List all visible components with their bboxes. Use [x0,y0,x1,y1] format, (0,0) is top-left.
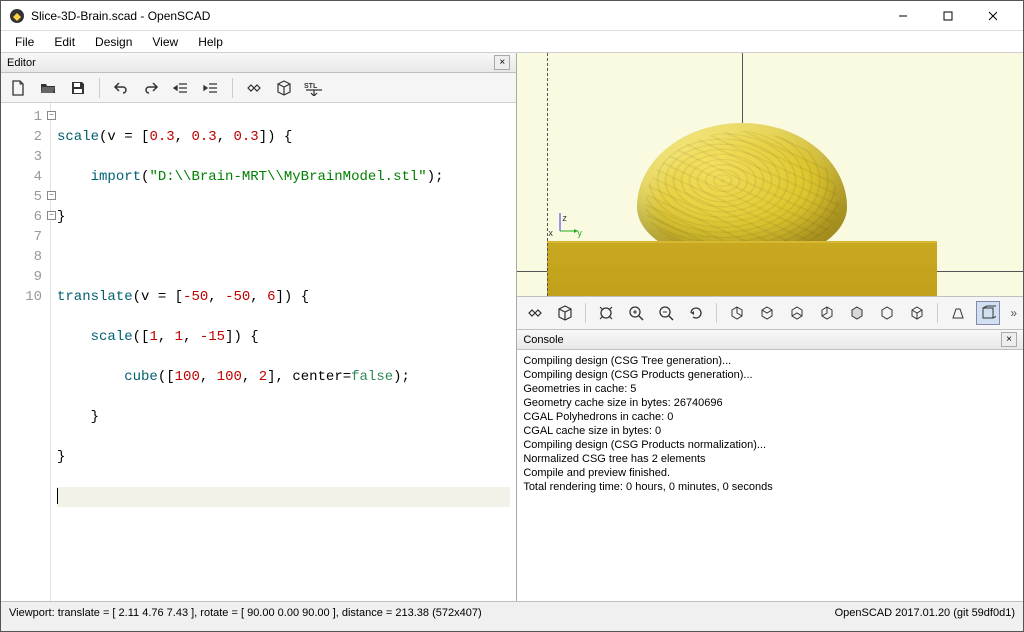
console-line: Compiling design (CSG Products generatio… [523,368,1017,382]
save-file-icon[interactable] [67,77,89,99]
svg-text:STL: STL [304,83,318,90]
console-line: Compiling design (CSG Products normaliza… [523,438,1017,452]
open-file-icon[interactable] [37,77,59,99]
fold-icon[interactable]: − [47,111,56,120]
viewport-toolbar: » [517,296,1023,330]
redo-icon[interactable] [140,77,162,99]
console-line: Compile and preview finished. [523,466,1017,480]
code-text[interactable]: scale(v = [0.3, 0.3, 0.3]) { import("D:\… [51,103,516,601]
console-line: Total rendering time: 0 hours, 0 minutes… [523,480,1017,494]
menu-help[interactable]: Help [188,33,233,51]
console-line: Geometry cache size in bytes: 26740696 [523,396,1017,410]
console-line: CGAL cache size in bytes: 0 [523,424,1017,438]
editor-toolbar: STL [1,73,516,103]
menu-view[interactable]: View [142,33,188,51]
preview-icon[interactable] [243,77,265,99]
unindent-icon[interactable] [170,77,192,99]
status-bar: Viewport: translate = [ 2.11 4.76 7.43 ]… [1,601,1023,623]
menu-design[interactable]: Design [85,33,142,51]
fold-icon[interactable]: − [47,191,56,200]
console-output[interactable]: Compiling design (CSG Tree generation)..… [517,350,1023,601]
right-view-icon[interactable] [725,301,749,325]
status-version: OpenSCAD 2017.01.20 (git 59df0d1) [835,607,1015,619]
top-view-icon[interactable] [755,301,779,325]
export-stl-icon[interactable]: STL [303,77,325,99]
orthographic-icon[interactable] [976,301,1000,325]
console-panel-header: Console × [517,330,1023,350]
maximize-button[interactable] [925,2,970,30]
menu-bar: File Edit Design View Help [1,31,1023,53]
grid-dash-v [547,53,548,296]
toolbar-overflow-icon[interactable]: » [1010,306,1017,320]
left-view-icon[interactable] [815,301,839,325]
fold-icon[interactable]: − [47,211,56,220]
console-line: Geometries in cache: 5 [523,382,1017,396]
back-view-icon[interactable] [875,301,899,325]
diagonal-view-icon[interactable] [905,301,929,325]
bottom-view-icon[interactable] [785,301,809,325]
status-viewport-info: Viewport: translate = [ 2.11 4.76 7.43 ]… [9,607,482,619]
zoom-out-icon[interactable] [654,301,678,325]
editor-close-icon[interactable]: × [494,55,510,70]
zoom-in-icon[interactable] [624,301,648,325]
menu-file[interactable]: File [5,33,44,51]
console-panel-title: Console [523,334,563,346]
indent-icon[interactable] [200,77,222,99]
render-icon[interactable] [553,301,577,325]
3d-viewport[interactable]: zyx [517,53,1023,296]
render-icon[interactable] [273,77,295,99]
console-line: Compiling design (CSG Tree generation)..… [523,354,1017,368]
undo-icon[interactable] [110,77,132,99]
console-line: Normalized CSG tree has 2 elements [523,452,1017,466]
cube-block [547,241,937,296]
perspective-icon[interactable] [946,301,970,325]
view-all-icon[interactable] [594,301,618,325]
editor-panel-header: Editor × [1,53,516,73]
console-close-icon[interactable]: × [1001,332,1017,347]
close-button[interactable] [970,2,1015,30]
title-bar: Slice-3D-Brain.scad - OpenSCAD [1,1,1023,31]
minimize-button[interactable] [880,2,925,30]
console-line: CGAL Polyhedrons in cache: 0 [523,410,1017,424]
code-editor[interactable]: 1− 2 3 4 5− 6− 7 8 9 10 scale(v = [0.3, … [1,103,516,601]
front-view-icon[interactable] [845,301,869,325]
line-number-gutter: 1− 2 3 4 5− 6− 7 8 9 10 [1,103,51,601]
menu-edit[interactable]: Edit [44,33,85,51]
preview-icon[interactable] [523,301,547,325]
reset-view-icon[interactable] [684,301,708,325]
app-icon [9,8,25,24]
editor-panel-title: Editor [7,57,36,69]
window-title: Slice-3D-Brain.scad - OpenSCAD [31,9,880,23]
new-file-icon[interactable] [7,77,29,99]
